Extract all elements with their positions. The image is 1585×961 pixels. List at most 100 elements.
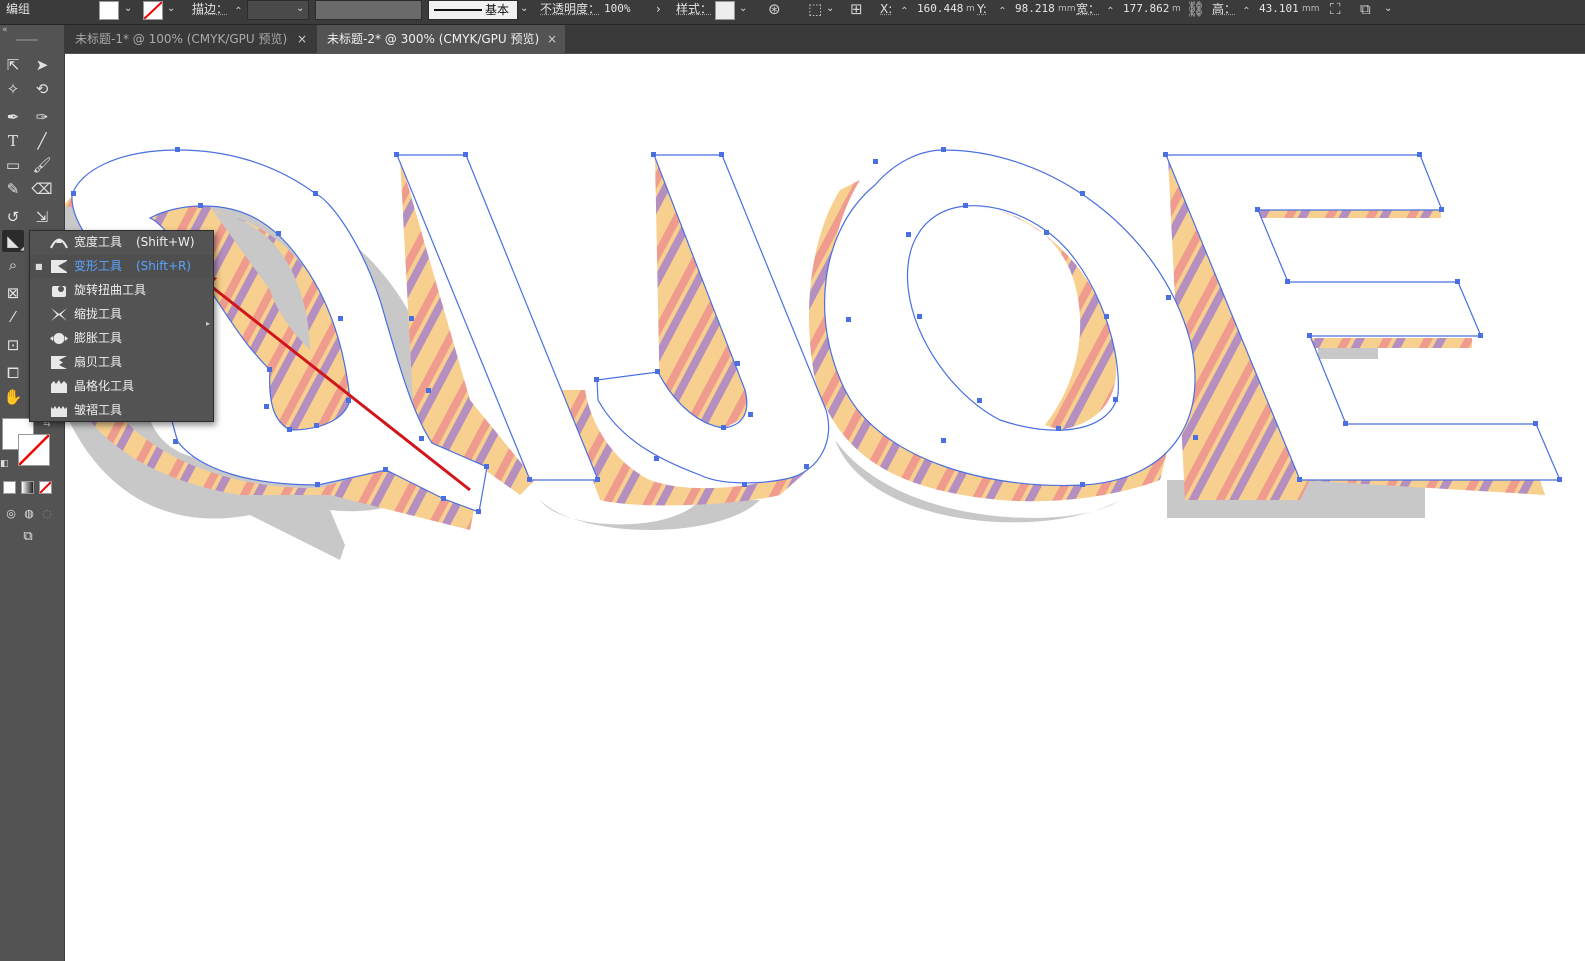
wrinkle-tool-icon: [51, 406, 67, 417]
stroke-weight-spinner-icon[interactable]: ⌃⌄: [234, 3, 243, 35]
flyout-item-width-tool[interactable]: 宽度工具 (Shift+W): [30, 231, 213, 254]
scale-tool-icon[interactable]: ⇲: [31, 206, 53, 228]
lasso-tool-icon[interactable]: ⟲: [31, 78, 53, 100]
width-label: 宽：: [1076, 2, 1101, 16]
eyedropper-tool-icon[interactable]: ⁄: [2, 306, 24, 328]
default-fill-stroke-icon[interactable]: ◧: [0, 459, 9, 469]
line-segment-tool-icon[interactable]: ╱: [31, 130, 53, 152]
gradient-mode-icon[interactable]: [21, 481, 34, 494]
reference-point-icon[interactable]: ⊞: [850, 0, 863, 24]
shaper-tool-icon[interactable]: ✎: [2, 178, 24, 200]
y-spinner-icon[interactable]: ⌃⌄: [998, 3, 1007, 35]
selected-bullet: ■: [35, 262, 43, 271]
perspective-grid-tool-icon[interactable]: ⊠: [2, 282, 24, 304]
selection-type-label: 编组: [6, 2, 31, 16]
none-mode-icon[interactable]: [39, 481, 52, 494]
align-to-selection-icon[interactable]: ⬚: [808, 0, 822, 24]
flyout-item-bloat-tool[interactable]: 膨胀工具: [30, 327, 213, 350]
tab-document-2[interactable]: 未标题-2* @ 300% (CMYK/GPU 预览) ×: [317, 25, 565, 53]
flyout-item-wrinkle-tool[interactable]: 皱褶工具: [30, 399, 213, 422]
style-dropdown-icon[interactable]: ⌄: [739, 0, 747, 24]
x-input[interactable]: 160.448: [917, 0, 963, 24]
warp-tool-icon[interactable]: ◣ ◢: [2, 230, 24, 252]
control-bar: 编组 ⌄ ⌄ 描边： ⌃⌄ ⌄ 基本 ⌄ 不透明度： 100% › 样式： ⌄ …: [0, 0, 1585, 35]
stroke-dropdown-icon[interactable]: ⌄: [167, 0, 175, 24]
artwork: [65, 147, 1562, 560]
toolbox: « ⇱ ➤ ✧ ⟲ ✒ ✑ T ╱ ▭ 🖌 ✎ ⌫ ↺ ⇲ ◣ ◢ ⌕ ⊠ ⁄ ⊡…: [0, 25, 65, 961]
twirl-tool-icon: [52, 286, 66, 297]
warp-tools-flyout: 宽度工具 (Shift+W) ■ 变形工具 (Shift+R) 旋转扭曲工具 缩…: [29, 230, 214, 422]
type-tool-icon[interactable]: T: [2, 130, 24, 152]
free-transform-tool-icon[interactable]: ⌕: [2, 254, 24, 276]
pen-tool-icon[interactable]: ✒: [2, 106, 24, 128]
flyout-item-crystallize-tool[interactable]: 晶格化工具: [30, 375, 213, 398]
height-input[interactable]: 43.101: [1259, 0, 1299, 24]
eraser-tool-icon[interactable]: ⌫: [31, 178, 53, 200]
tearoff-arrow-icon[interactable]: ▸: [206, 319, 210, 328]
height-unit: mm: [1302, 4, 1320, 14]
height-label: 高：: [1212, 2, 1237, 16]
tab-label: 未标题-2* @ 300% (CMYK/GPU 预览): [327, 32, 540, 46]
bloat-tool-icon: [50, 333, 68, 344]
collapse-panel-icon[interactable]: «: [2, 25, 8, 35]
artboard-canvas[interactable]: [65, 54, 1585, 961]
style-label: 样式：: [676, 2, 713, 16]
selection-tool-icon[interactable]: ⇱: [2, 54, 24, 76]
hand-tool-icon[interactable]: ✋: [2, 386, 24, 408]
screen-mode-icon[interactable]: ⧉: [17, 526, 39, 548]
stroke-weight-dropdown-icon[interactable]: ⌄: [296, 0, 304, 24]
stroke-label: 描边：: [192, 2, 229, 16]
rotate-tool-icon[interactable]: ↺: [2, 206, 24, 228]
tab-document-1[interactable]: 未标题-1* @ 100% (CMYK/GPU 预览) ×: [65, 25, 315, 53]
flyout-item-pucker-tool[interactable]: 缩拢工具: [30, 303, 213, 326]
stroke-swatch[interactable]: [143, 1, 163, 20]
opacity-label: 不透明度：: [540, 2, 601, 16]
draw-inside-icon[interactable]: ◌: [36, 503, 58, 525]
width-input[interactable]: 177.862: [1123, 0, 1169, 24]
graphic-style-swatch[interactable]: [715, 1, 735, 20]
stroke-color-box[interactable]: [18, 434, 50, 466]
x-label: X:: [880, 2, 893, 16]
fill-dropdown-icon[interactable]: ⌄: [124, 0, 132, 24]
crystallize-tool-icon: [51, 380, 67, 393]
document-tab-bar: 未标题-1* @ 100% (CMYK/GPU 预览) × 未标题-2* @ 3…: [65, 25, 1585, 53]
y-input[interactable]: 98.218: [1015, 0, 1055, 24]
width-tool-icon: [50, 238, 68, 249]
flyout-item-warp-tool[interactable]: ■ 变形工具 (Shift+R): [30, 255, 213, 278]
align-dropdown-icon[interactable]: ⌄: [826, 0, 834, 24]
no-stroke-icon: [144, 2, 162, 19]
scallop-tool-icon: [51, 356, 67, 369]
color-mode-icon[interactable]: [3, 481, 16, 494]
fill-swatch[interactable]: [99, 1, 119, 20]
height-spinner-icon[interactable]: ⌃⌄: [1242, 3, 1251, 35]
magic-wand-tool-icon[interactable]: ✧: [2, 78, 24, 100]
close-icon[interactable]: ×: [297, 25, 307, 53]
close-icon[interactable]: ×: [547, 25, 557, 53]
paintbrush-tool-icon[interactable]: 🖌: [31, 154, 53, 176]
no-stroke-icon: [19, 435, 49, 465]
pucker-tool-icon: [51, 308, 67, 321]
curvature-tool-icon[interactable]: ✑: [31, 106, 53, 128]
stroke-profile-label: 基本: [485, 3, 510, 17]
symbol-sprayer-tool-icon[interactable]: ⊡: [2, 334, 24, 356]
constrain-proportions-icon[interactable]: ⛓: [1186, 0, 1205, 24]
direct-selection-tool-icon[interactable]: ➤: [31, 54, 53, 76]
y-unit: mm: [1058, 4, 1076, 14]
width-unit: m: [1172, 4, 1181, 14]
brush-dropdown-icon[interactable]: ⌄: [520, 0, 528, 24]
arrange-icon[interactable]: ⧉: [1360, 0, 1371, 24]
transform-icon[interactable]: ⛶: [1330, 0, 1341, 24]
x-spinner-icon[interactable]: ⌃⌄: [900, 3, 909, 35]
flyout-item-scallop-tool[interactable]: 扇贝工具: [30, 351, 213, 374]
rectangle-tool-icon[interactable]: ▭: [2, 154, 24, 176]
artboard-tool-icon[interactable]: ⧠: [2, 362, 24, 384]
flyout-item-twirl-tool[interactable]: 旋转扭曲工具: [30, 279, 213, 302]
opacity-expand-icon[interactable]: ›: [656, 0, 661, 24]
toolbox-grip[interactable]: [16, 39, 38, 41]
variable-width-profile[interactable]: [315, 0, 422, 20]
opacity-input[interactable]: 100%: [604, 0, 631, 24]
arrange-dropdown-icon[interactable]: ⌄: [1384, 0, 1392, 24]
width-spinner-icon[interactable]: ⌃⌄: [1106, 3, 1115, 35]
recolor-artwork-icon[interactable]: ⊛: [768, 0, 781, 24]
brush-definition-box[interactable]: 基本: [428, 0, 518, 20]
